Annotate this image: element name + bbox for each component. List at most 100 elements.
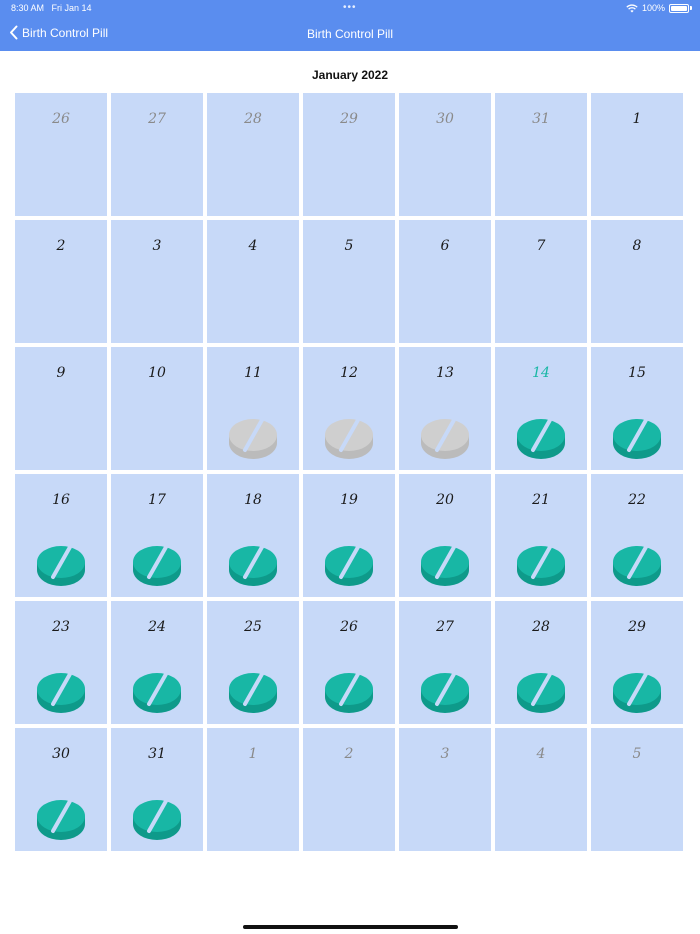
month-title: January 2022 xyxy=(311,68,389,82)
day-number: 12 xyxy=(340,365,358,381)
day-number: 30 xyxy=(436,111,454,127)
day-number: 29 xyxy=(340,111,358,127)
pill-icon xyxy=(228,667,278,717)
calendar-day-cell[interactable]: 3 xyxy=(399,728,491,851)
day-number: 28 xyxy=(244,111,262,127)
top-bar: 8:30 AM Fri Jan 14 ••• 100% Birth Contro… xyxy=(0,0,700,51)
calendar-day-cell[interactable]: 25 xyxy=(207,601,299,724)
calendar-day-cell[interactable]: 14 xyxy=(495,347,587,470)
day-number: 22 xyxy=(628,492,646,508)
pill-icon xyxy=(516,667,566,717)
multitasking-dots[interactable]: ••• xyxy=(343,2,357,13)
calendar-day-cell[interactable]: 8 xyxy=(591,220,683,343)
calendar-day-cell[interactable]: 16 xyxy=(15,474,107,597)
calendar-day-cell[interactable]: 24 xyxy=(111,601,203,724)
calendar-day-cell[interactable]: 21 xyxy=(495,474,587,597)
day-number: 3 xyxy=(440,746,450,762)
calendar-day-cell[interactable]: 2 xyxy=(303,728,395,851)
calendar-day-cell[interactable]: 4 xyxy=(495,728,587,851)
calendar-day-cell[interactable]: 9 xyxy=(15,347,107,470)
calendar-day-cell[interactable]: 20 xyxy=(399,474,491,597)
pill-icon xyxy=(132,667,182,717)
day-number: 24 xyxy=(148,619,166,635)
day-number: 31 xyxy=(148,746,166,762)
pill-icon xyxy=(516,413,566,463)
day-number: 14 xyxy=(532,365,550,381)
day-number: 1 xyxy=(248,746,258,762)
calendar-day-cell[interactable]: 5 xyxy=(591,728,683,851)
calendar-day-cell[interactable]: 1 xyxy=(207,728,299,851)
day-number: 6 xyxy=(440,238,450,254)
day-number: 2 xyxy=(344,746,354,762)
day-number: 18 xyxy=(244,492,262,508)
calendar-day-cell[interactable]: 4 xyxy=(207,220,299,343)
calendar-day-cell[interactable]: 23 xyxy=(15,601,107,724)
day-number: 31 xyxy=(532,111,550,127)
day-number: 17 xyxy=(148,492,166,508)
day-number: 19 xyxy=(340,492,358,508)
day-number: 4 xyxy=(248,238,258,254)
day-number: 1 xyxy=(632,111,642,127)
day-number: 21 xyxy=(532,492,550,508)
calendar-day-cell[interactable]: 18 xyxy=(207,474,299,597)
calendar-day-cell[interactable]: 29 xyxy=(303,93,395,216)
status-time: 8:30 AM xyxy=(11,3,45,13)
calendar-day-cell[interactable]: 27 xyxy=(111,93,203,216)
calendar-day-cell[interactable]: 15 xyxy=(591,347,683,470)
calendar-day-cell[interactable]: 30 xyxy=(399,93,491,216)
pill-icon xyxy=(324,413,374,463)
calendar-day-cell[interactable]: 7 xyxy=(495,220,587,343)
day-number: 23 xyxy=(52,619,70,635)
calendar-day-cell[interactable]: 13 xyxy=(399,347,491,470)
pill-icon xyxy=(132,540,182,590)
status-date: Fri Jan 14 xyxy=(51,3,92,13)
battery-percent: 100% xyxy=(641,3,665,13)
calendar-day-cell[interactable]: 27 xyxy=(399,601,491,724)
calendar-day-cell[interactable]: 3 xyxy=(111,220,203,343)
day-number: 3 xyxy=(152,238,162,254)
pill-icon xyxy=(228,540,278,590)
status-right: 100% xyxy=(626,3,692,13)
pill-icon xyxy=(420,413,470,463)
pill-icon xyxy=(516,540,566,590)
pill-icon xyxy=(612,540,662,590)
calendar-day-cell[interactable]: 28 xyxy=(495,601,587,724)
calendar-day-cell[interactable]: 12 xyxy=(303,347,395,470)
pill-icon xyxy=(36,794,86,844)
pill-icon xyxy=(324,540,374,590)
day-number: 27 xyxy=(148,111,166,127)
calendar-day-cell[interactable]: 5 xyxy=(303,220,395,343)
pill-icon xyxy=(228,413,278,463)
home-indicator[interactable] xyxy=(243,925,458,929)
calendar-day-cell[interactable]: 31 xyxy=(111,728,203,851)
calendar-day-cell[interactable]: 6 xyxy=(399,220,491,343)
calendar-day-cell[interactable]: 30 xyxy=(15,728,107,851)
day-number: 27 xyxy=(436,619,454,635)
pill-icon xyxy=(420,540,470,590)
calendar-day-cell[interactable]: 11 xyxy=(207,347,299,470)
calendar-day-cell[interactable]: 1 xyxy=(591,93,683,216)
day-number: 10 xyxy=(148,365,166,381)
calendar-day-cell[interactable]: 28 xyxy=(207,93,299,216)
day-number: 30 xyxy=(52,746,70,762)
calendar-day-cell[interactable]: 22 xyxy=(591,474,683,597)
pill-icon xyxy=(324,667,374,717)
day-number: 2 xyxy=(56,238,66,254)
day-number: 8 xyxy=(632,238,642,254)
calendar-day-cell[interactable]: 31 xyxy=(495,93,587,216)
calendar-day-cell[interactable]: 2 xyxy=(15,220,107,343)
pill-icon xyxy=(612,413,662,463)
calendar-day-cell[interactable]: 26 xyxy=(15,93,107,216)
day-number: 5 xyxy=(344,238,354,254)
day-number: 25 xyxy=(244,619,262,635)
calendar-day-cell[interactable]: 29 xyxy=(591,601,683,724)
day-number: 9 xyxy=(56,365,66,381)
calendar-day-cell[interactable]: 17 xyxy=(111,474,203,597)
status-time-date: 8:30 AM Fri Jan 14 xyxy=(11,3,92,13)
calendar-day-cell[interactable]: 26 xyxy=(303,601,395,724)
day-number: 11 xyxy=(244,365,262,381)
day-number: 26 xyxy=(340,619,358,635)
calendar-day-cell[interactable]: 19 xyxy=(303,474,395,597)
calendar-day-cell[interactable]: 10 xyxy=(111,347,203,470)
day-number: 29 xyxy=(628,619,646,635)
